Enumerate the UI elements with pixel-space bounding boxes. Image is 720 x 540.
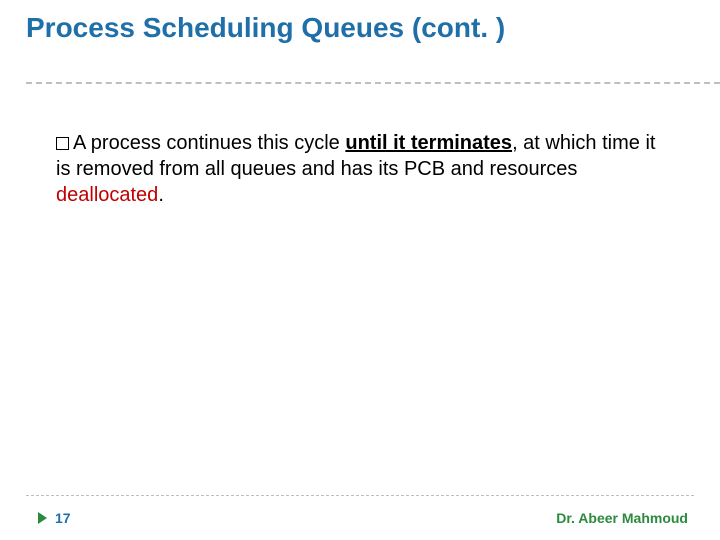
body-text: A process continues this cycle until it … bbox=[56, 130, 672, 208]
slide: Process Scheduling Queues (cont. ) A pro… bbox=[0, 0, 720, 540]
slide-title: Process Scheduling Queues (cont. ) bbox=[26, 12, 694, 44]
header-divider bbox=[26, 82, 720, 84]
body-emphasis: until it terminates bbox=[345, 132, 512, 154]
page-number-group: 17 bbox=[38, 510, 71, 526]
footer-divider bbox=[26, 495, 694, 496]
author-name: Dr. Abeer Mahmoud bbox=[556, 510, 688, 526]
square-bullet-icon bbox=[56, 137, 69, 150]
page-number: 17 bbox=[55, 510, 71, 526]
triangle-icon bbox=[38, 512, 47, 524]
body-deallocated: deallocated bbox=[56, 184, 158, 206]
body-pre: A process continues this cycle bbox=[73, 132, 345, 154]
body-end: . bbox=[158, 184, 164, 206]
